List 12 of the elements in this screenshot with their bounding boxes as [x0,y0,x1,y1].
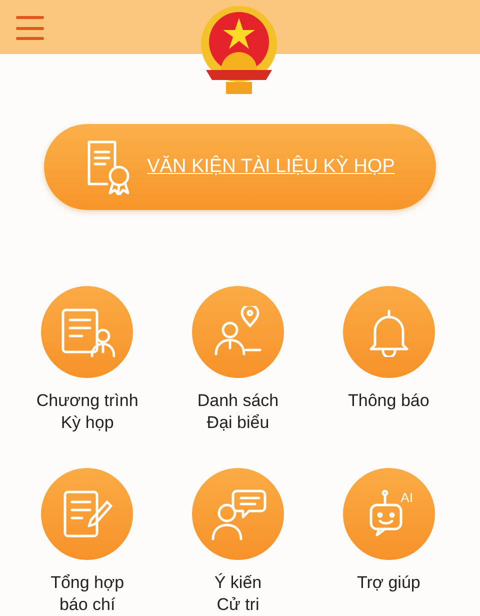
tile-label: Ý kiến Cử tri [214,572,262,616]
ai-label: AI [400,490,413,505]
tile-label: Thông báo [348,390,430,412]
tile-label: Tổng hợp báo chí [50,572,124,616]
tile-label: Danh sách Đại biểu [197,390,279,434]
documents-button[interactable]: VĂN KIỆN TÀI LIỆU KỲ HỌP [44,124,436,210]
tile-label: Trợ giúp [356,572,420,594]
document-pen-icon [61,488,114,540]
menu-icon[interactable] [16,16,44,40]
document-person-icon [59,306,116,358]
tile-label: Chương trình Kỳ họp [36,390,138,434]
menu-tile-button[interactable]: AI [342,468,435,560]
